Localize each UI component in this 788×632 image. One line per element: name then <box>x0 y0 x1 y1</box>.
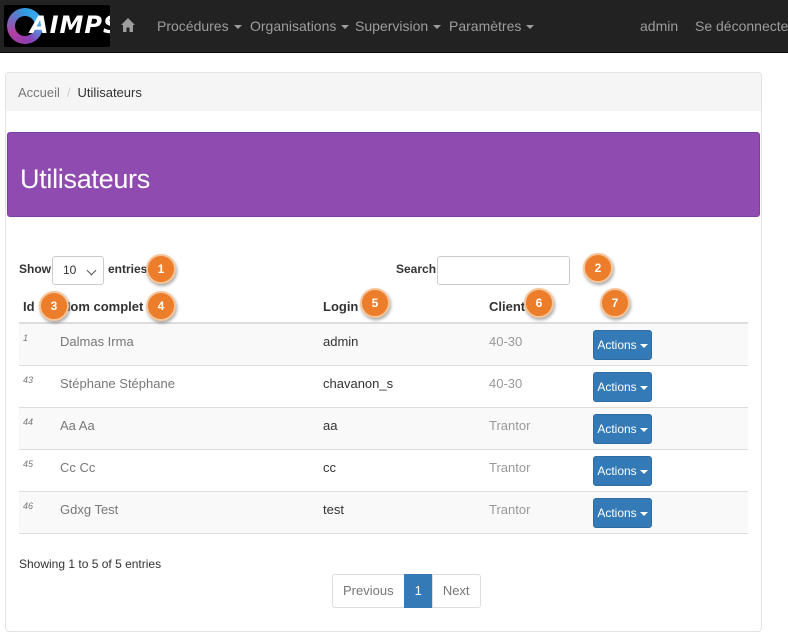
column-header-name[interactable]: Nom complet <box>61 299 143 314</box>
nav-menu-label: Paramètres <box>449 18 522 34</box>
show-label: Show <box>19 262 51 276</box>
table-row: 1 Dalmas Irma admin 40-30 Actions <box>19 324 748 366</box>
cell-id: 43 <box>23 375 34 385</box>
search-label: Search: <box>396 262 441 276</box>
cell-client: Trantor <box>489 460 531 475</box>
cell-name: Stéphane Stéphane <box>60 376 175 391</box>
breadcrumb: Accueil / Utilisateurs <box>6 73 761 111</box>
actions-label: Actions <box>597 380 637 394</box>
nav-menu-label: Organisations <box>250 18 337 34</box>
callout-marker-2: 2 <box>583 253 613 283</box>
chevron-down-icon <box>86 265 97 276</box>
home-icon[interactable] <box>120 17 136 33</box>
pagination-next[interactable]: Next <box>431 574 481 608</box>
column-header-id[interactable]: Id <box>23 299 35 314</box>
table-info: Showing 1 to 5 of 5 entries <box>19 557 162 571</box>
length-value: 10 <box>63 263 77 277</box>
cell-client: Trantor <box>489 502 531 517</box>
callout-marker-4: 4 <box>146 291 176 321</box>
cell-login: chavanon_s <box>323 376 394 391</box>
column-header-login[interactable]: Login <box>323 299 358 314</box>
table-row: 45 Cc Cc cc Trantor Actions <box>19 450 748 492</box>
cell-client: Trantor <box>489 418 531 433</box>
top-navbar: AIMPS Procédures Organisations Supervisi… <box>0 0 788 53</box>
actions-label: Actions <box>597 422 637 436</box>
nav-menu-organisations[interactable]: Organisations <box>250 0 350 53</box>
cell-id: 1 <box>23 333 29 343</box>
cell-client: 40-30 <box>489 334 523 349</box>
nav-menu-procedures[interactable]: Procédures <box>157 0 242 53</box>
cell-name: Cc Cc <box>60 460 96 475</box>
breadcrumb-current: Utilisateurs <box>77 85 142 100</box>
table-row: 43 Stéphane Stéphane chavanon_s 40-30 Ac… <box>19 366 748 408</box>
logo-text: AIMPS <box>30 11 110 39</box>
aimps-logo[interactable]: AIMPS <box>4 5 110 47</box>
page-title-banner: Utilisateurs <box>7 132 760 217</box>
caret-down-icon <box>233 25 242 30</box>
actions-label: Actions <box>597 506 637 520</box>
nav-menu-label: Supervision <box>355 18 429 34</box>
logout-link[interactable]: Se déconnecter <box>695 0 788 53</box>
search-input[interactable] <box>437 256 570 285</box>
nav-user[interactable]: admin <box>640 0 678 53</box>
callout-marker-1: 1 <box>146 254 176 284</box>
actions-button[interactable]: Actions <box>593 330 652 360</box>
cell-name: Aa Aa <box>60 418 95 433</box>
caret-down-icon <box>639 385 648 390</box>
caret-down-icon <box>433 25 442 30</box>
callout-marker-3: 3 <box>39 291 69 321</box>
callout-marker-5: 5 <box>360 288 390 318</box>
nav-menu-label: Procédures <box>157 18 229 34</box>
callout-marker-6: 6 <box>524 288 554 318</box>
caret-down-icon <box>639 427 648 432</box>
page-title: Utilisateurs <box>20 164 150 194</box>
caret-down-icon <box>639 343 648 348</box>
caret-down-icon <box>341 25 350 30</box>
actions-button[interactable]: Actions <box>593 414 652 444</box>
cell-id: 45 <box>23 459 34 469</box>
actions-button[interactable]: Actions <box>593 456 652 486</box>
cell-id: 44 <box>23 417 34 427</box>
nav-menu-parametres[interactable]: Paramètres <box>449 0 535 53</box>
table-row: 44 Aa Aa aa Trantor Actions <box>19 408 748 450</box>
cell-login: admin <box>323 334 359 349</box>
caret-down-icon <box>526 25 535 30</box>
table-row: 46 Gdxg Test test Trantor Actions <box>19 492 748 534</box>
cell-name: Gdxg Test <box>60 502 119 517</box>
breadcrumb-home[interactable]: Accueil <box>18 85 60 100</box>
caret-down-icon <box>639 469 648 474</box>
cell-login: cc <box>323 460 336 475</box>
cell-id: 46 <box>23 501 34 511</box>
cell-name: Dalmas Irma <box>60 334 134 349</box>
actions-label: Actions <box>597 464 637 478</box>
pagination-previous[interactable]: Previous <box>332 574 405 608</box>
caret-down-icon <box>639 511 648 516</box>
column-header-client[interactable]: Client <box>489 299 525 314</box>
entries-length-select[interactable]: 10 <box>52 256 104 285</box>
pagination-page-1[interactable]: 1 <box>403 574 433 608</box>
entries-label: entries <box>108 262 148 276</box>
cell-client: 40-30 <box>489 376 523 391</box>
cell-login: test <box>323 502 344 517</box>
actions-button[interactable]: Actions <box>593 498 652 528</box>
callout-marker-7: 7 <box>600 288 630 318</box>
actions-button[interactable]: Actions <box>593 372 652 402</box>
breadcrumb-separator: / <box>66 85 71 100</box>
actions-label: Actions <box>597 338 637 352</box>
nav-menu-supervision[interactable]: Supervision <box>355 0 442 53</box>
cell-login: aa <box>323 418 338 433</box>
pagination: Previous 1 Next <box>332 574 481 608</box>
